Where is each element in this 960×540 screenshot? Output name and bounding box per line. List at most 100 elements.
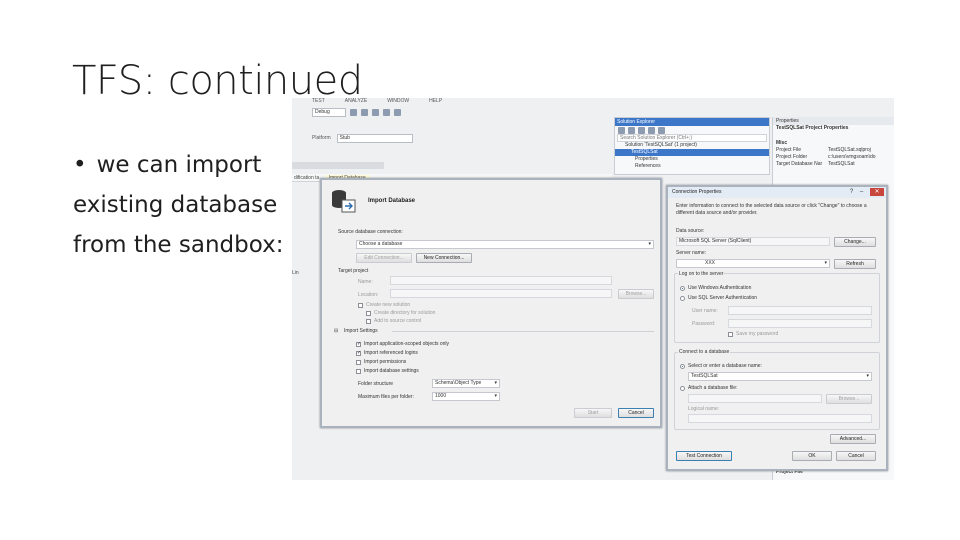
import-logins-label: Import referenced logins <box>364 350 418 356</box>
target-project-label: Target project <box>338 268 369 274</box>
import-app-scoped-label: Import application-scoped objects only <box>364 341 450 347</box>
connect-db-group-label: Connect to a database <box>678 349 731 355</box>
refresh-icon[interactable] <box>648 126 655 134</box>
toolbar-icon[interactable] <box>383 108 390 116</box>
create-directory-checkbox[interactable] <box>366 311 371 316</box>
platform-combo[interactable]: Stub <box>336 133 413 143</box>
windows-auth-label: Use Windows Authentication <box>688 285 752 291</box>
properties-node[interactable]: Properties <box>615 156 769 163</box>
platform-label: Platform <box>312 135 331 141</box>
folder-structure-combo[interactable]: Schema\Object Type ▾ <box>432 379 500 388</box>
create-directory-label: Create directory for solution <box>374 310 436 316</box>
attach-db-radio[interactable] <box>680 386 685 391</box>
import-database-header: Import Database <box>368 198 416 204</box>
name-field[interactable] <box>390 276 612 285</box>
divider <box>392 331 654 332</box>
create-solution-label: Create new solution <box>366 302 411 308</box>
property-row[interactable]: Project Folder c:\users\vmgsoam\do <box>773 154 894 161</box>
import-permissions-checkbox[interactable] <box>356 360 361 365</box>
toolbar-icon[interactable] <box>372 108 379 116</box>
attach-db-field[interactable] <box>688 394 822 403</box>
collapse-icon[interactable] <box>658 126 665 134</box>
visual-studio-screenshot: TEST ANALYZE WINDOW HELP Debug Platform … <box>292 98 894 480</box>
properties-title: Properties <box>773 117 894 125</box>
max-files-combo[interactable]: 1000 ▾ <box>432 392 500 401</box>
attach-db-label: Attach a database file: <box>688 385 738 391</box>
max-files-label: Maximum files per folder: <box>358 394 414 400</box>
property-row[interactable]: Target Database Nar TestSQLSat <box>773 161 894 168</box>
attach-browse-button[interactable]: Browse... <box>826 394 872 404</box>
select-db-radio[interactable] <box>680 364 685 369</box>
add-source-control-checkbox[interactable] <box>366 319 371 324</box>
bullet-line-2: existing database <box>73 192 278 218</box>
menu-window[interactable]: WINDOW <box>387 98 409 106</box>
user-name-label: User name: <box>692 308 718 314</box>
import-app-scoped-checkbox[interactable]: ✓ <box>356 342 361 347</box>
logical-name-label: Logical name: <box>688 406 720 412</box>
location-field[interactable] <box>390 289 612 298</box>
database-name-combo[interactable]: TestSQLSat ▾ <box>688 372 872 381</box>
menu-help[interactable]: HELP <box>429 98 442 106</box>
vs-left-text: Lin <box>292 270 299 276</box>
start-button[interactable]: Start <box>574 408 612 418</box>
references-node[interactable]: References <box>615 163 769 170</box>
save-password-label: Save my password <box>736 331 779 337</box>
chevron-down-icon: ▾ <box>494 380 497 386</box>
change-button[interactable]: Change... <box>834 237 876 247</box>
test-connection-button[interactable]: Test Connection <box>676 451 732 461</box>
toolbar-icon[interactable] <box>350 108 357 116</box>
logical-name-field[interactable] <box>688 414 872 423</box>
solution-explorer-toolbar <box>615 126 769 134</box>
solution-explorer: Solution Explorer Search Solution Explor… <box>614 117 770 175</box>
bullet-line-3: from the sandbox: <box>73 232 284 258</box>
chevron-down-icon: ▾ <box>866 373 869 379</box>
user-name-field[interactable] <box>728 306 872 315</box>
bullet-list: • we can import existing database from th… <box>73 145 283 265</box>
password-label: Password: <box>692 321 716 327</box>
chevron-down-icon: ▾ <box>648 241 651 247</box>
refresh-button[interactable]: Refresh <box>834 259 876 269</box>
sql-auth-radio[interactable] <box>680 296 685 301</box>
password-field[interactable] <box>728 319 872 328</box>
bullet-symbol: • <box>73 152 87 178</box>
forward-icon[interactable] <box>628 126 635 134</box>
cancel-button[interactable]: Cancel <box>618 408 654 418</box>
properties-subject: TestSQLSat Project Properties <box>776 125 849 131</box>
add-source-control-label: Add to source control <box>374 318 422 324</box>
data-source-label: Data source: <box>676 228 705 234</box>
project-node[interactable]: TestSQLSat <box>615 149 769 156</box>
toolbar-icon[interactable] <box>394 108 401 116</box>
vs-toolbar: Debug <box>292 106 612 118</box>
browse-button[interactable]: Browse... <box>618 289 654 299</box>
minimize-icon[interactable]: – <box>857 188 866 196</box>
chevron-down-icon: ▾ <box>824 260 827 266</box>
source-connection-label: Source database connection: <box>338 229 403 235</box>
server-name-combo[interactable]: XXX ▾ <box>676 259 830 268</box>
ok-button[interactable]: OK <box>792 451 832 461</box>
toolbar-icon[interactable] <box>361 108 368 116</box>
home-icon[interactable] <box>638 126 645 134</box>
config-combo[interactable]: Debug <box>312 107 346 117</box>
back-icon[interactable] <box>618 126 625 134</box>
create-solution-checkbox[interactable] <box>358 303 363 308</box>
solution-node[interactable]: Solution 'TestSQLSat' (1 project) <box>615 142 769 149</box>
source-connection-combo[interactable]: Choose a database ▾ <box>356 240 654 249</box>
connection-cancel-button[interactable]: Cancel <box>836 451 876 461</box>
expander-icon[interactable]: ⊟ <box>334 328 338 334</box>
edit-connection-button[interactable]: Edit Connection... <box>356 253 412 263</box>
advanced-button[interactable]: Advanced... <box>830 434 876 444</box>
save-password-checkbox[interactable] <box>728 332 733 337</box>
new-connection-button[interactable]: New Connection... <box>416 253 472 263</box>
import-logins-checkbox[interactable]: ✓ <box>356 351 361 356</box>
solution-explorer-search[interactable]: Search Solution Explorer (Ctrl+;) <box>617 134 767 142</box>
windows-auth-radio[interactable] <box>680 286 685 291</box>
tab-modification[interactable]: dification ta <box>294 175 319 181</box>
import-db-settings-checkbox[interactable] <box>356 369 361 374</box>
vs-combo-strip[interactable] <box>292 162 384 169</box>
close-icon[interactable]: ✕ <box>870 188 884 196</box>
properties-section[interactable]: Misc <box>773 140 894 147</box>
property-row[interactable]: Project File TestSQLSat.sqlproj <box>773 147 894 154</box>
help-icon[interactable]: ? <box>847 188 856 196</box>
chevron-down-icon: ▾ <box>494 393 497 399</box>
location-label: Location: <box>358 292 379 298</box>
